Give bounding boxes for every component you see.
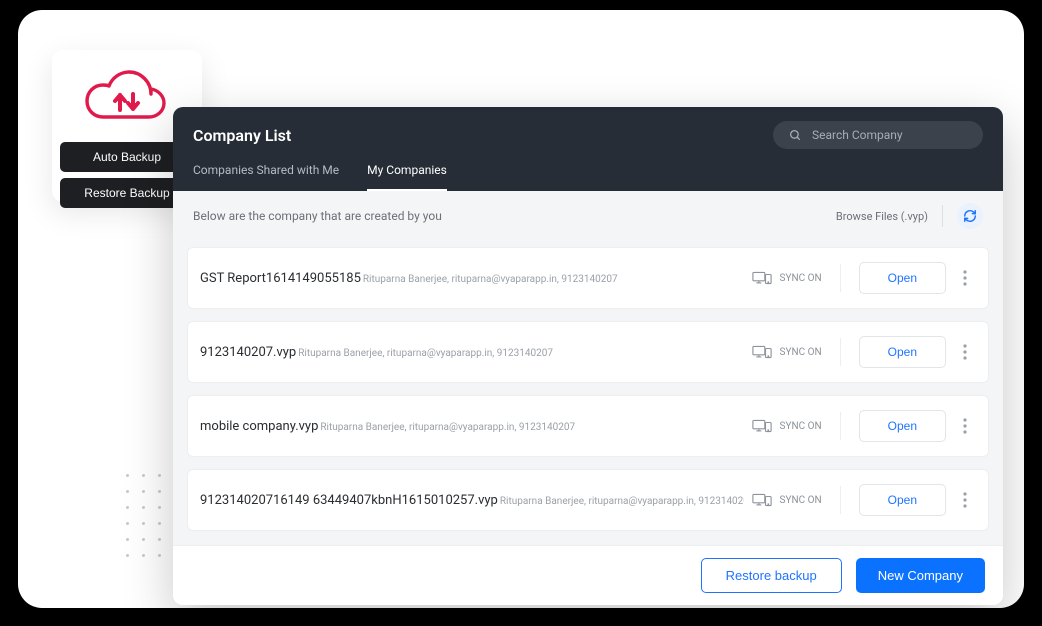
- company-row-main: mobile company.vyp Rituparna Banerjee, r…: [200, 419, 744, 434]
- stage: Auto Backup Restore Backup Company List …: [18, 10, 1024, 608]
- company-name: GST Report1614149055185: [200, 271, 361, 286]
- company-name: 912314020716149 63449407kbnH1615010257.v…: [200, 493, 498, 508]
- divider: [840, 338, 841, 366]
- cloud-backup-icon: [70, 68, 184, 126]
- sync-status: SYNC ON: [752, 493, 822, 507]
- divider: [840, 264, 841, 292]
- more-button[interactable]: [954, 418, 976, 434]
- more-button[interactable]: [954, 270, 976, 286]
- devices-icon: [752, 419, 772, 433]
- company-rows: GST Report1614149055185 Rituparna Banerj…: [173, 239, 1003, 545]
- company-meta: Rituparna Banerjee, rituparna@vyaparapp.…: [320, 422, 575, 433]
- sync-label: SYNC ON: [780, 273, 822, 284]
- more-vertical-icon: [963, 492, 967, 508]
- company-meta: Rituparna Banerjee, rituparna@vyaparapp.…: [500, 496, 744, 507]
- sync-label: SYNC ON: [780, 421, 822, 432]
- search-placeholder: Search Company: [812, 128, 903, 142]
- open-button[interactable]: Open: [859, 262, 946, 294]
- company-row: 912314020716149 63449407kbnH1615010257.v…: [187, 469, 989, 531]
- company-row: 9123140207.vyp Rituparna Banerjee, ritup…: [187, 321, 989, 383]
- devices-icon: [752, 271, 772, 285]
- refresh-button[interactable]: [957, 203, 983, 229]
- refresh-icon: [963, 209, 977, 223]
- company-row: GST Report1614149055185 Rituparna Banerj…: [187, 247, 989, 309]
- sync-status: SYNC ON: [752, 345, 822, 359]
- sync-label: SYNC ON: [780, 347, 822, 358]
- company-row: mobile company.vyp Rituparna Banerjee, r…: [187, 395, 989, 457]
- company-name: 9123140207.vyp: [200, 345, 296, 360]
- modal-header: Company List Search Company Companies Sh…: [173, 107, 1003, 191]
- sync-status: SYNC ON: [752, 419, 822, 433]
- more-vertical-icon: [963, 344, 967, 360]
- company-meta: Rituparna Banerjee, rituparna@vyaparapp.…: [298, 348, 553, 359]
- search-input[interactable]: Search Company: [773, 121, 983, 149]
- open-button[interactable]: Open: [859, 336, 946, 368]
- browse-files-link[interactable]: Browse Files (.vyp): [836, 210, 928, 223]
- open-button[interactable]: Open: [859, 410, 946, 442]
- tab-shared[interactable]: Companies Shared with Me: [193, 163, 339, 191]
- company-meta: Rituparna Banerjee, rituparna@vyaparapp.…: [363, 274, 618, 285]
- devices-icon: [752, 345, 772, 359]
- company-row-main: GST Report1614149055185 Rituparna Banerj…: [200, 271, 744, 286]
- devices-icon: [752, 493, 772, 507]
- toolbar: Below are the company that are created b…: [173, 191, 1003, 239]
- sync-status: SYNC ON: [752, 271, 822, 285]
- more-button[interactable]: [954, 492, 976, 508]
- search-icon: [789, 129, 802, 142]
- restore-backup-footer-button[interactable]: Restore backup: [701, 558, 842, 593]
- divider: [840, 486, 841, 514]
- divider: [840, 412, 841, 440]
- sync-label: SYNC ON: [780, 495, 822, 506]
- company-row-main: 9123140207.vyp Rituparna Banerjee, ritup…: [200, 345, 744, 360]
- new-company-button[interactable]: New Company: [856, 558, 985, 593]
- company-row-main: 912314020716149 63449407kbnH1615010257.v…: [200, 493, 744, 508]
- subtitle: Below are the company that are created b…: [193, 209, 442, 223]
- modal-title: Company List: [193, 126, 291, 145]
- tabs: Companies Shared with Me My Companies: [193, 163, 983, 191]
- more-button[interactable]: [954, 344, 976, 360]
- more-vertical-icon: [963, 418, 967, 434]
- modal-footer: Restore backup New Company: [173, 545, 1003, 605]
- more-vertical-icon: [963, 270, 967, 286]
- tab-my-companies[interactable]: My Companies: [367, 163, 447, 191]
- divider: [942, 205, 943, 227]
- company-list-modal: Company List Search Company Companies Sh…: [173, 107, 1003, 605]
- company-name: mobile company.vyp: [200, 419, 318, 434]
- open-button[interactable]: Open: [859, 484, 946, 516]
